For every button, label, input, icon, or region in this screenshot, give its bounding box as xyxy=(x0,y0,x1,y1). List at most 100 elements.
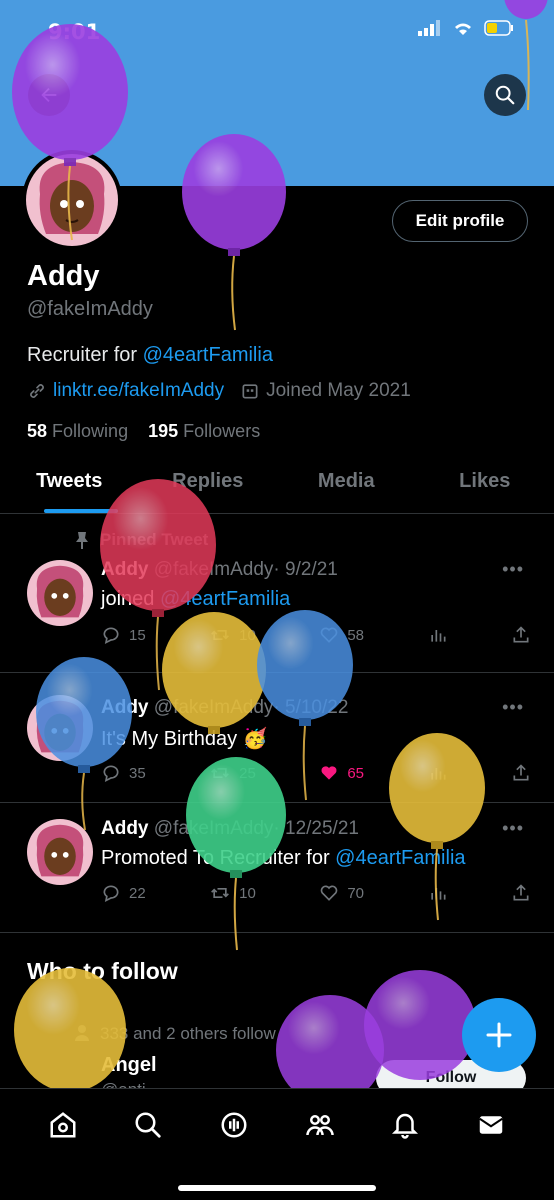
bottom-tab-bar xyxy=(0,1088,554,1200)
retweet-icon xyxy=(211,630,230,640)
retweet-button[interactable]: 25 xyxy=(209,763,256,783)
tab-replies[interactable]: Replies xyxy=(139,462,278,513)
tweet-avatar[interactable] xyxy=(27,560,93,626)
battery-icon xyxy=(484,20,513,36)
views-button[interactable] xyxy=(428,763,448,783)
reply-button[interactable]: 35 xyxy=(101,763,146,783)
mail-icon xyxy=(479,1116,503,1134)
calendar-icon xyxy=(242,384,258,399)
arrow-left-icon xyxy=(41,87,57,103)
bio-mention-link[interactable]: @4eartFamilia xyxy=(143,344,273,366)
wifi-icon xyxy=(455,23,471,35)
nav-home[interactable] xyxy=(41,1105,85,1145)
tweet-actions: 35 25 65 xyxy=(101,763,531,783)
analytics-icon xyxy=(430,888,446,900)
share-button[interactable] xyxy=(511,625,531,645)
share-icon xyxy=(513,884,529,901)
reply-button[interactable]: 15 xyxy=(101,625,146,645)
follow-context: 333 and 2 others follow xyxy=(74,1024,276,1044)
tweet-avatar[interactable] xyxy=(27,819,93,885)
reply-icon xyxy=(103,627,119,645)
tweet-actions: 22 10 70 xyxy=(101,883,531,903)
followers-link[interactable]: 195 Followers xyxy=(148,421,260,441)
following-link[interactable]: 58 Following xyxy=(27,421,128,441)
profile-bio: Recruiter for @4eartFamilia xyxy=(27,344,273,367)
person-icon xyxy=(75,1025,89,1041)
like-button[interactable]: 65 xyxy=(319,763,364,783)
like-button[interactable]: 70 xyxy=(319,883,364,903)
tweet-item[interactable]: Addy @fakeImAddy· 12/25/21 ••• Promoted … xyxy=(0,803,554,933)
tweet-mention-link[interactable]: @4eartFamilia xyxy=(335,847,465,869)
nav-messages[interactable] xyxy=(469,1105,513,1145)
tweet-text: It's My Birthday 🥳 xyxy=(101,728,268,750)
profile-avatar[interactable] xyxy=(22,150,122,250)
nav-communities[interactable] xyxy=(298,1105,342,1145)
tweet-mention-link[interactable]: @4eartFamilia xyxy=(160,588,290,610)
communities-icon xyxy=(306,1115,334,1136)
more-icon[interactable]: ••• xyxy=(502,559,524,580)
nav-notifications[interactable] xyxy=(383,1105,427,1145)
bell-icon xyxy=(392,1113,419,1139)
tweet-text: Promoted To Recruiter for @4eartFamilia xyxy=(101,847,466,869)
like-button[interactable]: 58 xyxy=(319,625,364,645)
reply-button[interactable]: 22 xyxy=(101,883,146,903)
profile-website-link[interactable]: linktr.ee/fakeImAddy xyxy=(53,380,224,402)
retweet-icon xyxy=(211,768,230,778)
nav-spaces[interactable] xyxy=(212,1105,256,1145)
search-icon xyxy=(495,85,515,105)
tweet-header: Addy @fakeImAddy· 12/25/21 xyxy=(101,818,359,839)
nav-search[interactable] xyxy=(126,1105,170,1145)
retweet-button[interactable]: 10 xyxy=(209,883,256,903)
profile-name: Addy xyxy=(27,260,100,292)
tweet-item[interactable]: Addy @fakeImAddy· 9/2/21 ••• joined @4ea… xyxy=(0,515,554,673)
avatar-image xyxy=(26,154,118,246)
tab-tweets[interactable]: Tweets xyxy=(0,462,139,513)
tab-media[interactable]: Media xyxy=(277,462,416,513)
heart-icon xyxy=(321,627,338,643)
status-time: 9:01 xyxy=(48,20,101,44)
more-icon[interactable]: ••• xyxy=(502,697,524,718)
retweet-icon xyxy=(211,888,230,898)
status-bar: 9:01 xyxy=(0,0,554,60)
tab-likes[interactable]: Likes xyxy=(416,462,554,513)
home-indicator xyxy=(178,1185,376,1191)
search-button[interactable] xyxy=(484,74,526,116)
search-icon xyxy=(135,1112,162,1138)
heart-icon xyxy=(321,885,338,901)
profile-tabs: Tweets Replies Media Likes xyxy=(0,462,554,514)
profile-meta: linktr.ee/fakeImAddy Joined May 2021 xyxy=(27,380,411,402)
home-icon xyxy=(50,1112,76,1138)
share-icon xyxy=(513,626,529,643)
joined-date: Joined May 2021 xyxy=(266,380,411,401)
compose-tweet-button[interactable] xyxy=(462,998,536,1072)
spaces-icon xyxy=(221,1112,247,1138)
more-icon[interactable]: ••• xyxy=(502,818,524,839)
who-to-follow-title: Who to follow xyxy=(27,958,178,984)
tweet-header: Addy @fakeImAddy· 9/2/21 xyxy=(101,559,338,580)
views-button[interactable] xyxy=(428,625,448,645)
analytics-icon xyxy=(430,630,446,642)
link-icon xyxy=(30,384,44,398)
back-button[interactable] xyxy=(28,74,70,116)
share-button[interactable] xyxy=(511,883,531,903)
plus-icon xyxy=(486,1022,512,1048)
suggested-user-name[interactable]: Angel xyxy=(101,1054,157,1077)
tweet-avatar[interactable] xyxy=(27,695,93,761)
share-icon xyxy=(513,764,529,781)
retweet-button[interactable]: 10 xyxy=(209,625,256,645)
reply-icon xyxy=(103,885,119,903)
tweet-item[interactable]: Addy @fakeImAddy· 5/10/22 ••• It's My Bi… xyxy=(0,673,554,803)
bio-text: Recruiter for xyxy=(27,344,143,366)
tweet-header: Addy @fakeImAddy· 5/10/22 xyxy=(101,697,349,718)
follow-counts: 58 Following 195 Followers xyxy=(27,421,260,442)
profile-handle: @fakeImAddy xyxy=(27,298,153,320)
reply-icon xyxy=(103,765,119,783)
edit-profile-button[interactable]: Edit profile xyxy=(392,200,528,242)
views-button[interactable] xyxy=(428,883,448,903)
share-button[interactable] xyxy=(511,763,531,783)
signal-icon xyxy=(418,20,440,36)
heart-filled-icon xyxy=(321,766,337,780)
tweet-actions: 15 10 58 xyxy=(101,625,531,645)
tweet-text: joined @4eartFamilia xyxy=(101,588,291,610)
analytics-icon xyxy=(430,768,446,780)
